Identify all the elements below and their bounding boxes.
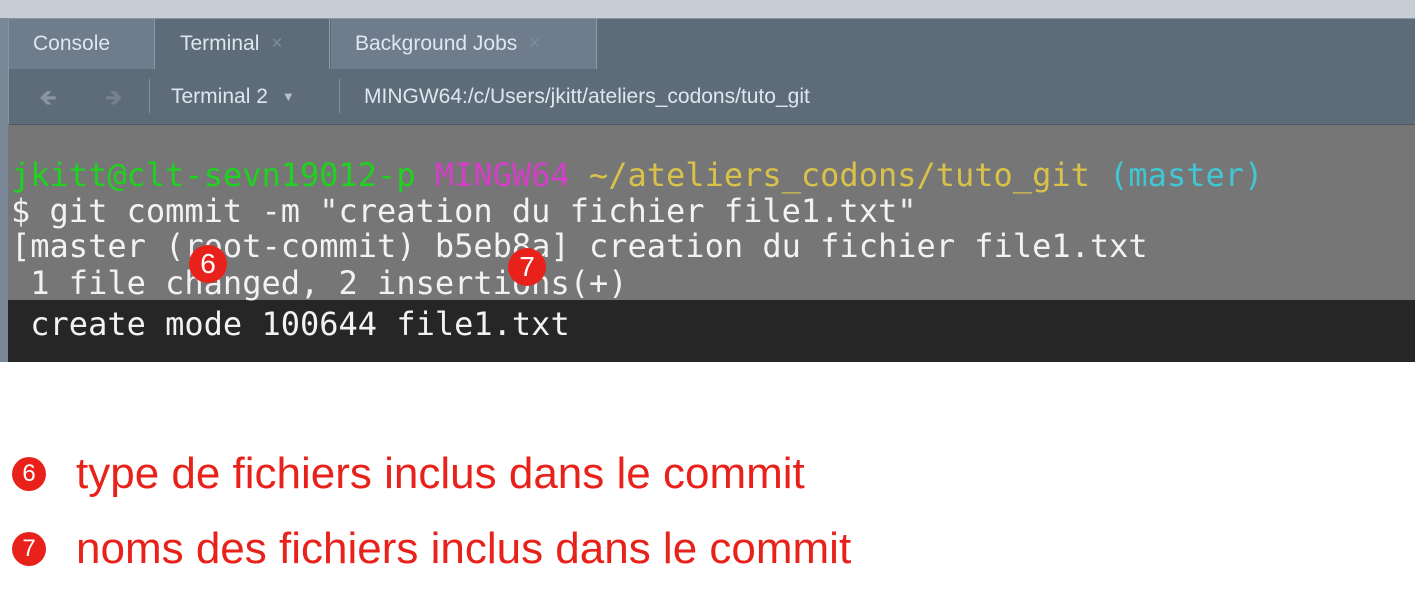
tab-label: Background Jobs (355, 32, 518, 55)
close-icon[interactable]: × (529, 33, 540, 55)
legend-text-6: type de fichiers inclus dans le commit (76, 449, 805, 498)
annotation-legend-7: 7 noms des fichiers inclus dans le commi… (12, 524, 852, 573)
toolbar-divider (339, 79, 340, 113)
legend-text-7: noms des fichiers inclus dans le commit (76, 524, 852, 573)
prompt-user-host: jkitt@clt-sevn19012-p (11, 156, 416, 194)
terminal-command-line: $ git commit -m "creation du fichier fil… (11, 192, 917, 230)
prompt-path: ~/ateliers_codons/tuto_git (588, 156, 1090, 194)
arrow-left-icon[interactable]: 🡸 (39, 88, 57, 110)
terminal-path: MINGW64:/c/Users/jkitt/ateliers_codons/t… (364, 84, 810, 108)
window-top-strip (0, 0, 1415, 18)
tab-label: Console (33, 32, 111, 55)
prompt-branch: (master) (1109, 156, 1264, 194)
terminal-toolbar: 🡸 🡺 Terminal 2 ▼ MINGW64:/c/Users/jkitt/… (8, 69, 1415, 125)
legend-marker-6: 6 (12, 457, 46, 491)
arrow-right-icon[interactable]: 🡺 (105, 88, 123, 110)
tab-label: Terminal (180, 32, 260, 55)
terminal-selector-dropdown[interactable]: Terminal 2 ▼ (171, 69, 295, 124)
toolbar-divider (149, 79, 150, 113)
terminal-prompt-line: jkitt@clt-sevn19012-p MINGW64 ~/ateliers… (11, 159, 1263, 191)
screenshot-panel: Console Terminal × Background Jobs × 🡸 🡺… (0, 0, 1415, 362)
legend-marker-7: 7 (12, 532, 46, 566)
pane-tab-bar: Console Terminal × Background Jobs × (8, 18, 1415, 69)
annotation-marker-7: 7 (508, 248, 546, 286)
annotation-marker-6: 6 (189, 245, 227, 283)
prompt-env: MINGW64 (434, 156, 570, 194)
tab-console[interactable]: Console (9, 19, 155, 69)
tab-terminal[interactable]: Terminal × (156, 19, 330, 69)
terminal-output-line: create mode 100644 file1.txt (11, 305, 570, 343)
terminal-selector-label: Terminal 2 (171, 84, 268, 108)
tab-background-jobs[interactable]: Background Jobs × (331, 19, 597, 69)
annotation-legend-6: 6 type de fichiers inclus dans le commit (12, 449, 805, 498)
terminal-output-line: [master (root-commit) b5eb8a] creation d… (11, 227, 1148, 265)
chevron-down-icon: ▼ (281, 89, 295, 104)
close-icon[interactable]: × (271, 33, 282, 55)
